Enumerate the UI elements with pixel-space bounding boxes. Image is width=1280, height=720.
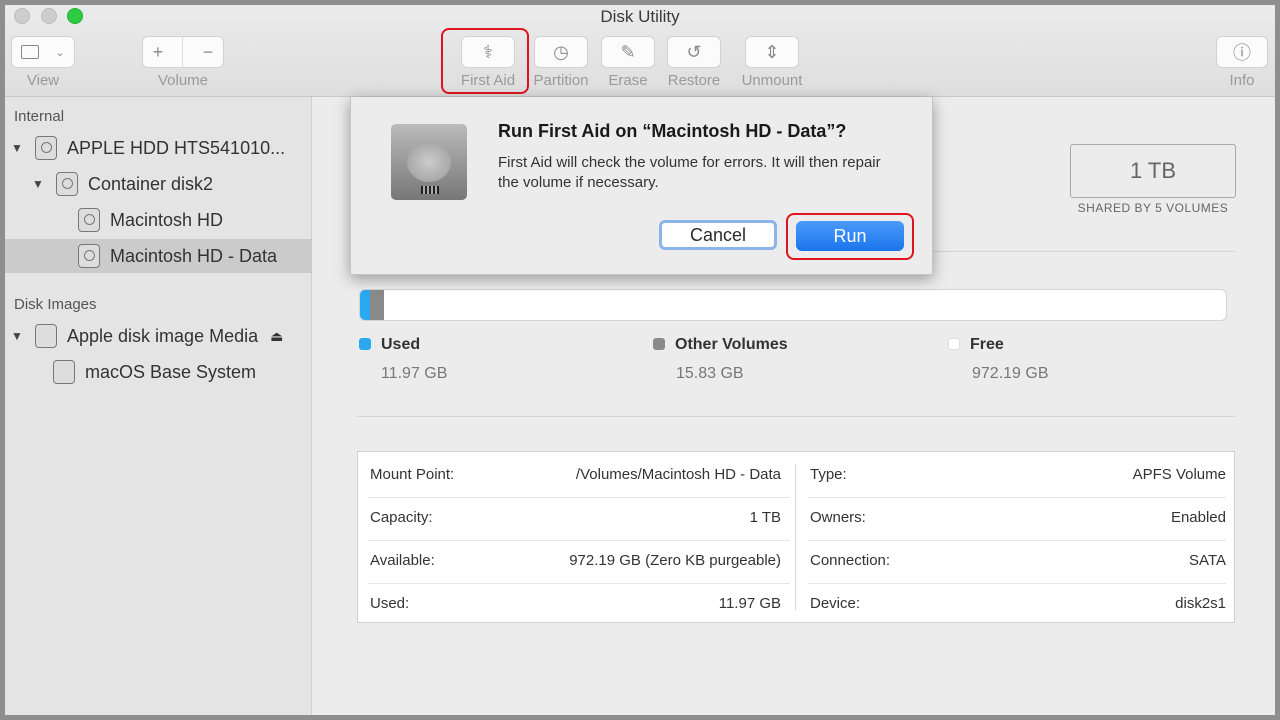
first-aid-dialog: Run First Aid on “Macintosh HD - Data”? … <box>350 97 933 275</box>
capacity-box: 1 TB <box>1070 144 1236 198</box>
detail-value: disk2s1 <box>1175 595 1226 612</box>
usage-bar-other <box>370 290 385 320</box>
detail-value: 11.97 GB <box>718 595 781 612</box>
close-button[interactable] <box>14 8 30 24</box>
restore-icon: ↺ <box>686 41 702 62</box>
sidebar: Internal ▼ APPLE HDD HTS541010... ▼ Contai… <box>5 97 312 715</box>
add-volume-icon[interactable]: + <box>153 42 164 63</box>
volume-icon <box>78 244 100 268</box>
sidebar-item-label: APPLE HDD HTS541010... <box>67 137 286 158</box>
dialog-title: Run First Aid on “Macintosh HD - Data”? <box>498 121 847 141</box>
detail-label: Capacity: <box>370 509 433 526</box>
first-aid-highlight <box>441 28 529 94</box>
info-button[interactable]: ⓘ <box>1216 36 1268 68</box>
hard-disk-icon <box>35 136 57 160</box>
sidebar-item-macintosh-hd-data[interactable]: Macintosh HD - Data <box>5 239 312 273</box>
hard-disk-icon <box>391 124 467 200</box>
used-value: 11.97 GB <box>381 365 448 382</box>
cancel-button[interactable]: Cancel <box>659 220 777 250</box>
detail-value: 1 TB <box>749 509 781 526</box>
internal-header: Internal <box>14 108 65 125</box>
detail-value: SATA <box>1189 552 1226 569</box>
zoom-button[interactable] <box>67 8 83 24</box>
view-label: View <box>26 72 60 89</box>
detail-label: Type: <box>810 466 847 483</box>
detail-label: Mount Point: <box>370 466 455 483</box>
volume-buttons: + − <box>142 36 224 68</box>
sidebar-item-label: Container disk2 <box>88 173 214 194</box>
sidebar-item-label: Macintosh HD <box>110 209 224 230</box>
sidebar-item-label: Apple disk image Media <box>67 325 259 346</box>
divider <box>357 416 1235 417</box>
sidebar-icon <box>21 45 40 59</box>
details-table: Mount Point: /Volumes/Macintosh HD - Data… <box>357 451 1235 623</box>
detail-value: 972.19 GB (Zero KB purgeable) <box>569 552 781 569</box>
capacity-subtitle: SHARED BY 5 VOLUMES <box>1077 201 1229 215</box>
usage-bar <box>359 289 1227 321</box>
disk-images-header: Disk Images <box>14 296 97 313</box>
pie-chart-icon: ◷ <box>553 41 569 62</box>
partition-label: Partition <box>533 72 589 89</box>
sidebar-item-macos-base[interactable]: macOS Base System <box>5 355 312 389</box>
sidebar-item-macintosh-hd[interactable]: Macintosh HD <box>5 203 312 237</box>
erase-label: Erase <box>608 72 648 89</box>
disk-utility-window: Disk Utility ⌄ View + − Volume ⚕ First Ai… <box>5 5 1275 715</box>
free-value: 972.19 GB <box>972 365 1049 382</box>
unmount-label: Unmount <box>741 72 803 89</box>
legend-free: Free <box>948 336 1004 354</box>
unmount-button[interactable]: ⇕ <box>745 36 799 68</box>
run-highlight <box>786 213 914 260</box>
other-value: 15.83 GB <box>676 365 744 382</box>
legend-used: Used <box>359 336 420 354</box>
sidebar-item-label: macOS Base System <box>85 361 257 382</box>
erase-button[interactable]: ✎ <box>601 36 655 68</box>
toolbar: Disk Utility ⌄ View + − Volume ⚕ First Ai… <box>5 5 1275 97</box>
sidebar-item-apple-hdd[interactable]: ▼ APPLE HDD HTS541010... <box>5 131 312 165</box>
usage-bar-used <box>360 290 371 320</box>
sidebar-item-disk-image[interactable]: ▼ Apple disk image Media ⏏ <box>5 319 312 353</box>
detail-label: Device: <box>810 595 861 612</box>
info-icon: ⓘ <box>1233 43 1251 63</box>
detail-label: Connection: <box>810 552 891 569</box>
detail-value: Enabled <box>1170 509 1226 526</box>
remove-volume-icon[interactable]: − <box>203 42 214 63</box>
legend-other: Other Volumes <box>653 336 788 354</box>
restore-button[interactable]: ↺ <box>667 36 721 68</box>
detail-label: Used: <box>370 595 410 612</box>
minimize-button[interactable] <box>41 8 57 24</box>
container-icon <box>56 172 78 196</box>
eject-icon[interactable]: ⏏ <box>270 328 283 345</box>
detail-value: APFS Volume <box>1132 466 1226 483</box>
disclosure-triangle-icon[interactable]: ▼ <box>9 141 25 155</box>
partition-button[interactable]: ◷ <box>534 36 588 68</box>
info-label: Info <box>1229 72 1255 89</box>
sidebar-item-container[interactable]: ▼ Container disk2 <box>5 167 312 201</box>
sidebar-item-label: Macintosh HD - Data <box>110 245 278 266</box>
chevron-down-icon: ⌄ <box>55 46 65 59</box>
disk-image-icon <box>35 324 57 348</box>
erase-icon: ✎ <box>620 41 636 62</box>
dialog-message: First Aid will check the volume for erro… <box>498 154 881 191</box>
detail-label: Owners: <box>810 509 866 526</box>
restore-label: Restore <box>667 72 721 89</box>
volume-label: Volume <box>157 72 209 89</box>
detail-label: Available: <box>370 552 435 569</box>
detail-value: /Volumes/Macintosh HD - Data <box>575 466 781 483</box>
disclosure-triangle-icon[interactable]: ▼ <box>9 329 25 343</box>
unmount-icon: ⇕ <box>764 41 780 62</box>
disclosure-triangle-icon[interactable]: ▼ <box>30 177 46 191</box>
volume-icon <box>78 208 100 232</box>
window-title: Disk Utility <box>600 7 680 26</box>
view-button[interactable]: ⌄ <box>11 36 75 68</box>
disk-image-icon <box>53 360 75 384</box>
